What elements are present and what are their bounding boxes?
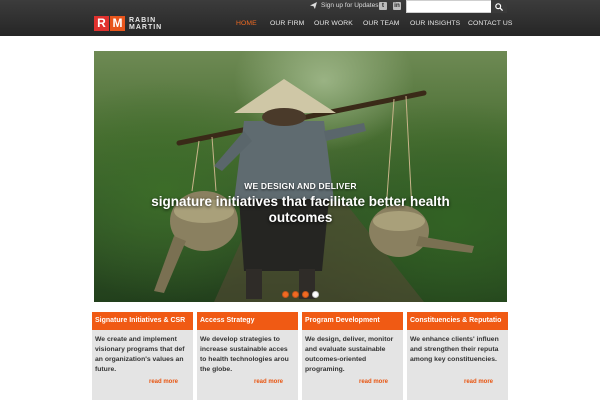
slider-dot-2[interactable] (292, 291, 299, 298)
main-nav: HOME OUR FIRM OUR WORK OUR TEAM OUR INSI… (0, 13, 600, 36)
slider-dot-3[interactable] (302, 291, 309, 298)
read-more-link[interactable]: read more (149, 379, 178, 385)
hero-photo (154, 79, 474, 302)
hero-kicker: WE DESIGN AND DELIVER (244, 181, 357, 191)
card-title[interactable]: Constituencies & Reputatio (407, 312, 508, 330)
card-constituencies: Constituencies & Reputatio We enhance cl… (407, 312, 508, 400)
twitter-icon[interactable]: t (379, 2, 387, 10)
linkedin-icon[interactable]: in (393, 2, 401, 10)
card-line: among key constituencies. (410, 356, 497, 363)
card-description: We design, deliver, monitor and evaluate… (302, 330, 403, 375)
paper-plane-icon (310, 2, 317, 9)
nav-home[interactable]: HOME (236, 20, 257, 27)
card-description: We develop strategies to increase sustai… (197, 330, 298, 375)
card-line: future. (95, 366, 117, 373)
card-line: to health technologies arou (200, 356, 289, 363)
card-line: outcomes-oriented (305, 356, 367, 363)
card-program-development: Program Development We design, deliver, … (302, 312, 403, 400)
card-line: increase sustainable acces (200, 346, 288, 353)
nav-our-firm[interactable]: OUR FIRM (270, 20, 304, 27)
card-title[interactable]: Program Development (302, 312, 403, 330)
card-description: We create and implement visionary progra… (92, 330, 193, 375)
read-more-link[interactable]: read more (254, 379, 283, 385)
card-title[interactable]: Access Strategy (197, 312, 298, 330)
card-line: and strengthen their reputa (410, 346, 499, 353)
nav-our-team[interactable]: OUR TEAM (363, 20, 400, 27)
card-line: an organization's values an (95, 356, 184, 363)
card-line: the globe. (200, 366, 233, 373)
signup-label: Sign up for Updates (321, 2, 379, 9)
utility-bar: Sign up for Updates t in (0, 0, 600, 13)
card-line: We enhance clients' influen (410, 336, 499, 343)
search-icon (495, 2, 503, 11)
card-line: visionary programs that def (95, 346, 185, 353)
hero-title: signature initiatives that facilitate be… (151, 194, 450, 225)
card-line: and evaluate sustainable (305, 346, 386, 353)
slider-dot-4[interactable] (312, 291, 319, 298)
card-title[interactable]: Signature Initiatives & CSR (92, 312, 193, 330)
read-more-link[interactable]: read more (464, 379, 493, 385)
nav-our-insights[interactable]: OUR INSIGHTS (410, 20, 460, 27)
card-line: We design, deliver, monitor (305, 336, 394, 343)
nav-our-work[interactable]: OUR WORK (314, 20, 353, 27)
card-line: We develop strategies to (200, 336, 280, 343)
search-button[interactable] (491, 0, 507, 13)
card-description: We enhance clients' influen and strength… (407, 330, 508, 365)
nav-contact-us[interactable]: CONTACT US (468, 20, 513, 27)
read-more-link[interactable]: read more (359, 379, 388, 385)
hero-slider[interactable]: WE DESIGN AND DELIVER signature initiati… (94, 51, 507, 302)
card-line: We create and implement (95, 336, 177, 343)
card-access-strategy: Access Strategy We develop strategies to… (197, 312, 298, 400)
slider-dot-1[interactable] (282, 291, 289, 298)
card-signature-initiatives: Signature Initiatives & CSR We create an… (92, 312, 193, 400)
site-header: R M RABIN MARTIN Sign up for Updates t i… (0, 0, 600, 36)
signup-link[interactable]: Sign up for Updates (310, 2, 378, 9)
card-line: programing. (305, 366, 345, 373)
slider-dots (282, 291, 322, 298)
